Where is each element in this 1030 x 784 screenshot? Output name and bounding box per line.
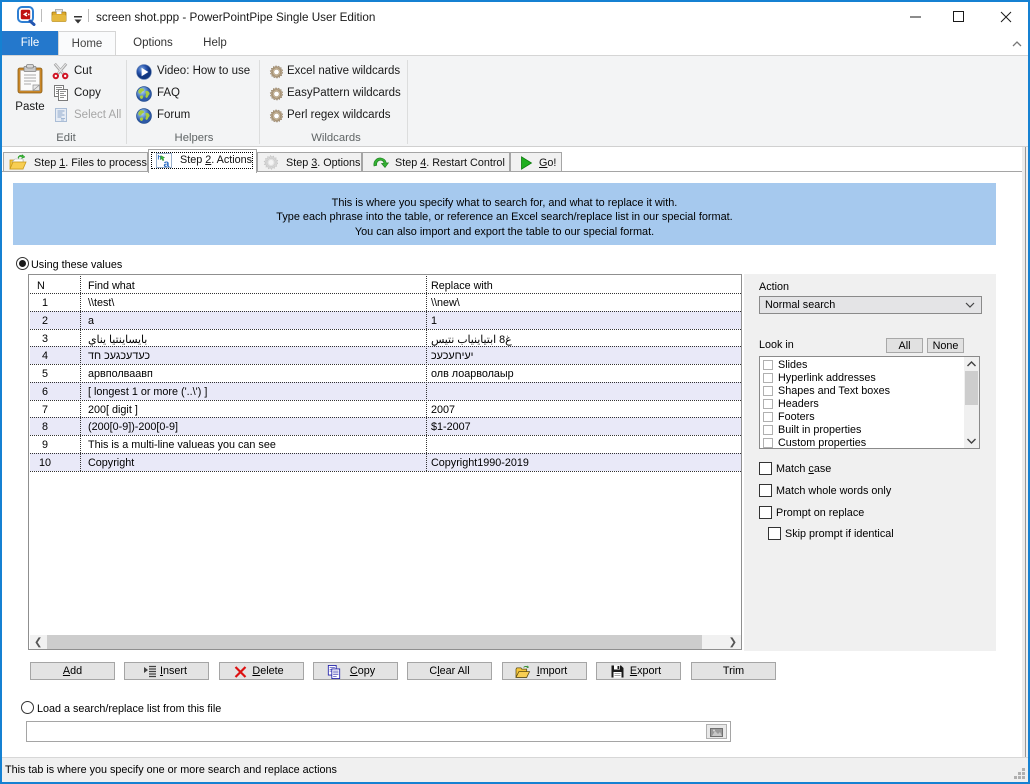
svg-text:a: a (164, 158, 170, 169)
